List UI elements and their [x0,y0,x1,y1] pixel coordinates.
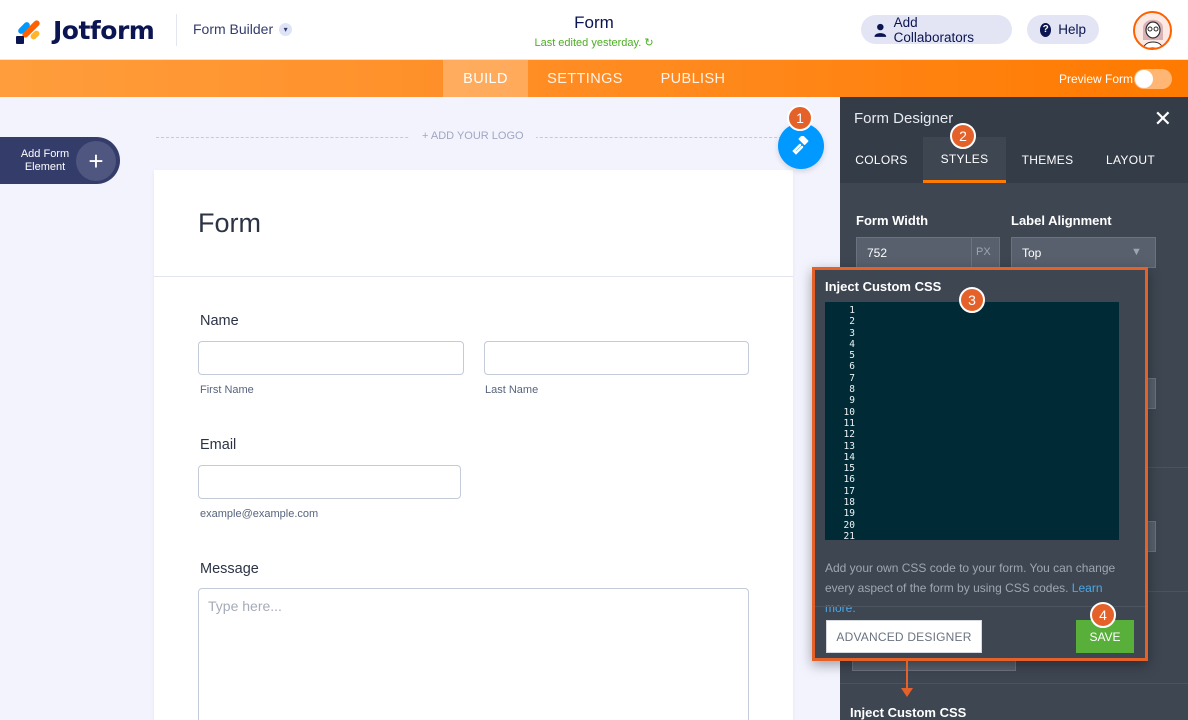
first-name-sublabel: First Name [200,384,254,396]
line-number: 19 [843,508,855,520]
label-alignment-value: Top [1022,246,1042,260]
line-number: 10 [843,406,855,418]
preview-form-label: Preview Form [1059,72,1134,86]
message-label: Message [200,561,259,577]
jotform-logo[interactable]: Jotform [16,16,155,45]
user-icon [874,23,887,37]
message-textarea[interactable]: Type here... [198,588,749,720]
line-number: 17 [843,485,855,497]
header-divider [176,14,177,46]
tab-build[interactable]: BUILD [443,60,528,97]
paint-roller-icon [792,136,809,155]
dropdown-caret-icon: ▼ [1131,246,1142,258]
tab-colors[interactable]: COLORS [840,137,923,183]
form-heading[interactable]: Form [198,208,261,239]
email-label: Email [200,437,237,453]
form-builder-label: Form Builder [193,21,274,37]
last-edited-status: Last edited yesterday. ↻ [494,36,694,49]
line-number: 9 [849,395,855,407]
tab-themes[interactable]: THEMES [1006,137,1089,183]
email-sublabel: example@example.com [200,508,319,520]
tab-settings[interactable]: SETTINGS [540,60,630,97]
popup-title: Inject Custom CSS [825,279,942,294]
name-label: Name [200,313,239,329]
add-collaborators-label: Add Collaborators [893,14,974,45]
line-number: 18 [843,497,855,509]
last-name-sublabel: Last Name [485,384,539,396]
tab-publish[interactable]: PUBLISH [650,60,736,97]
step-badge-4: 4 [1090,602,1116,628]
preview-form-toggle[interactable] [1134,69,1172,89]
help-label: Help [1058,22,1086,37]
question-icon: ? [1040,22,1052,37]
annotation-arrow [906,661,908,689]
line-number: 6 [849,361,855,373]
line-number: 13 [843,440,855,452]
form-width-label: Form Width [856,213,929,228]
form-card: Form Name First Name Last Name Email exa… [154,170,793,720]
avatar-illustration-icon [1142,19,1163,48]
email-input[interactable] [198,465,461,499]
refresh-icon: ↻ [644,37,654,49]
panel-section-divider [840,683,1188,684]
inject-css-section-label: Inject Custom CSS [850,705,967,720]
line-number: 3 [849,327,855,339]
panel-title: Form Designer [854,110,954,127]
line-number: 11 [843,417,855,429]
line-numbers: 1 2 3 4 5 6 7 8 9 10 11 12 13 14 15 16 1… [825,305,855,542]
jotform-logo-icon [16,18,42,44]
add-logo-link[interactable]: + ADD YOUR LOGO [410,130,536,142]
line-number: 21 [843,530,855,542]
add-form-element-label: Add Form Element [20,148,70,173]
add-form-element-button[interactable]: Add Form Element + [0,137,120,184]
css-code-editor[interactable]: 1 2 3 4 5 6 7 8 9 10 11 12 13 14 15 16 1… [825,302,1119,542]
designer-tabs: COLORS STYLES THEMES LAYOUT [840,137,1188,183]
toggle-knob [1135,70,1153,88]
line-number: 7 [849,372,855,384]
advanced-designer-button[interactable]: ADVANCED DESIGNER [826,620,982,653]
line-number: 8 [849,384,855,396]
line-number: 16 [843,474,855,486]
step-badge-3: 3 [959,287,985,313]
line-number: 2 [849,316,855,328]
line-number: 15 [843,463,855,475]
label-alignment-label: Label Alignment [1011,213,1112,228]
popup-description: Add your own CSS code to your form. You … [825,558,1135,618]
step-badge-1: 1 [787,105,813,131]
help-button[interactable]: ? Help [1027,15,1099,44]
last-name-input[interactable] [484,341,749,375]
top-header: Jotform Form Builder ▾ Form Last edited … [0,0,1188,60]
form-title[interactable]: Form [494,13,694,33]
form-width-input[interactable]: 752 [856,237,972,268]
heading-divider [154,276,793,277]
line-number: 5 [849,350,855,362]
close-icon[interactable]: ✕ [1154,106,1172,132]
form-width-unit: PX [971,237,1000,268]
chevron-down-icon: ▾ [279,22,293,36]
user-avatar[interactable] [1133,11,1172,50]
line-number: 20 [843,519,855,531]
panel-header: Form Designer ✕ [840,97,1188,137]
line-number: 1 [849,305,855,316]
step-badge-2: 2 [950,123,976,149]
line-number: 4 [849,338,855,350]
plus-icon: + [76,141,116,181]
line-number: 14 [843,451,855,463]
form-builder-dropdown[interactable]: Form Builder ▾ [193,21,293,37]
add-collaborators-button[interactable]: Add Collaborators [861,14,1012,45]
first-name-input[interactable] [198,341,464,375]
last-edited-text: Last edited yesterday. [534,37,642,49]
arrow-down-icon [901,688,913,697]
builder-nav-bar: BUILD SETTINGS PUBLISH Preview Form [0,60,1188,97]
brand-name: Jotform [53,16,155,45]
line-number: 12 [843,429,855,441]
tab-layout[interactable]: LAYOUT [1089,137,1172,183]
